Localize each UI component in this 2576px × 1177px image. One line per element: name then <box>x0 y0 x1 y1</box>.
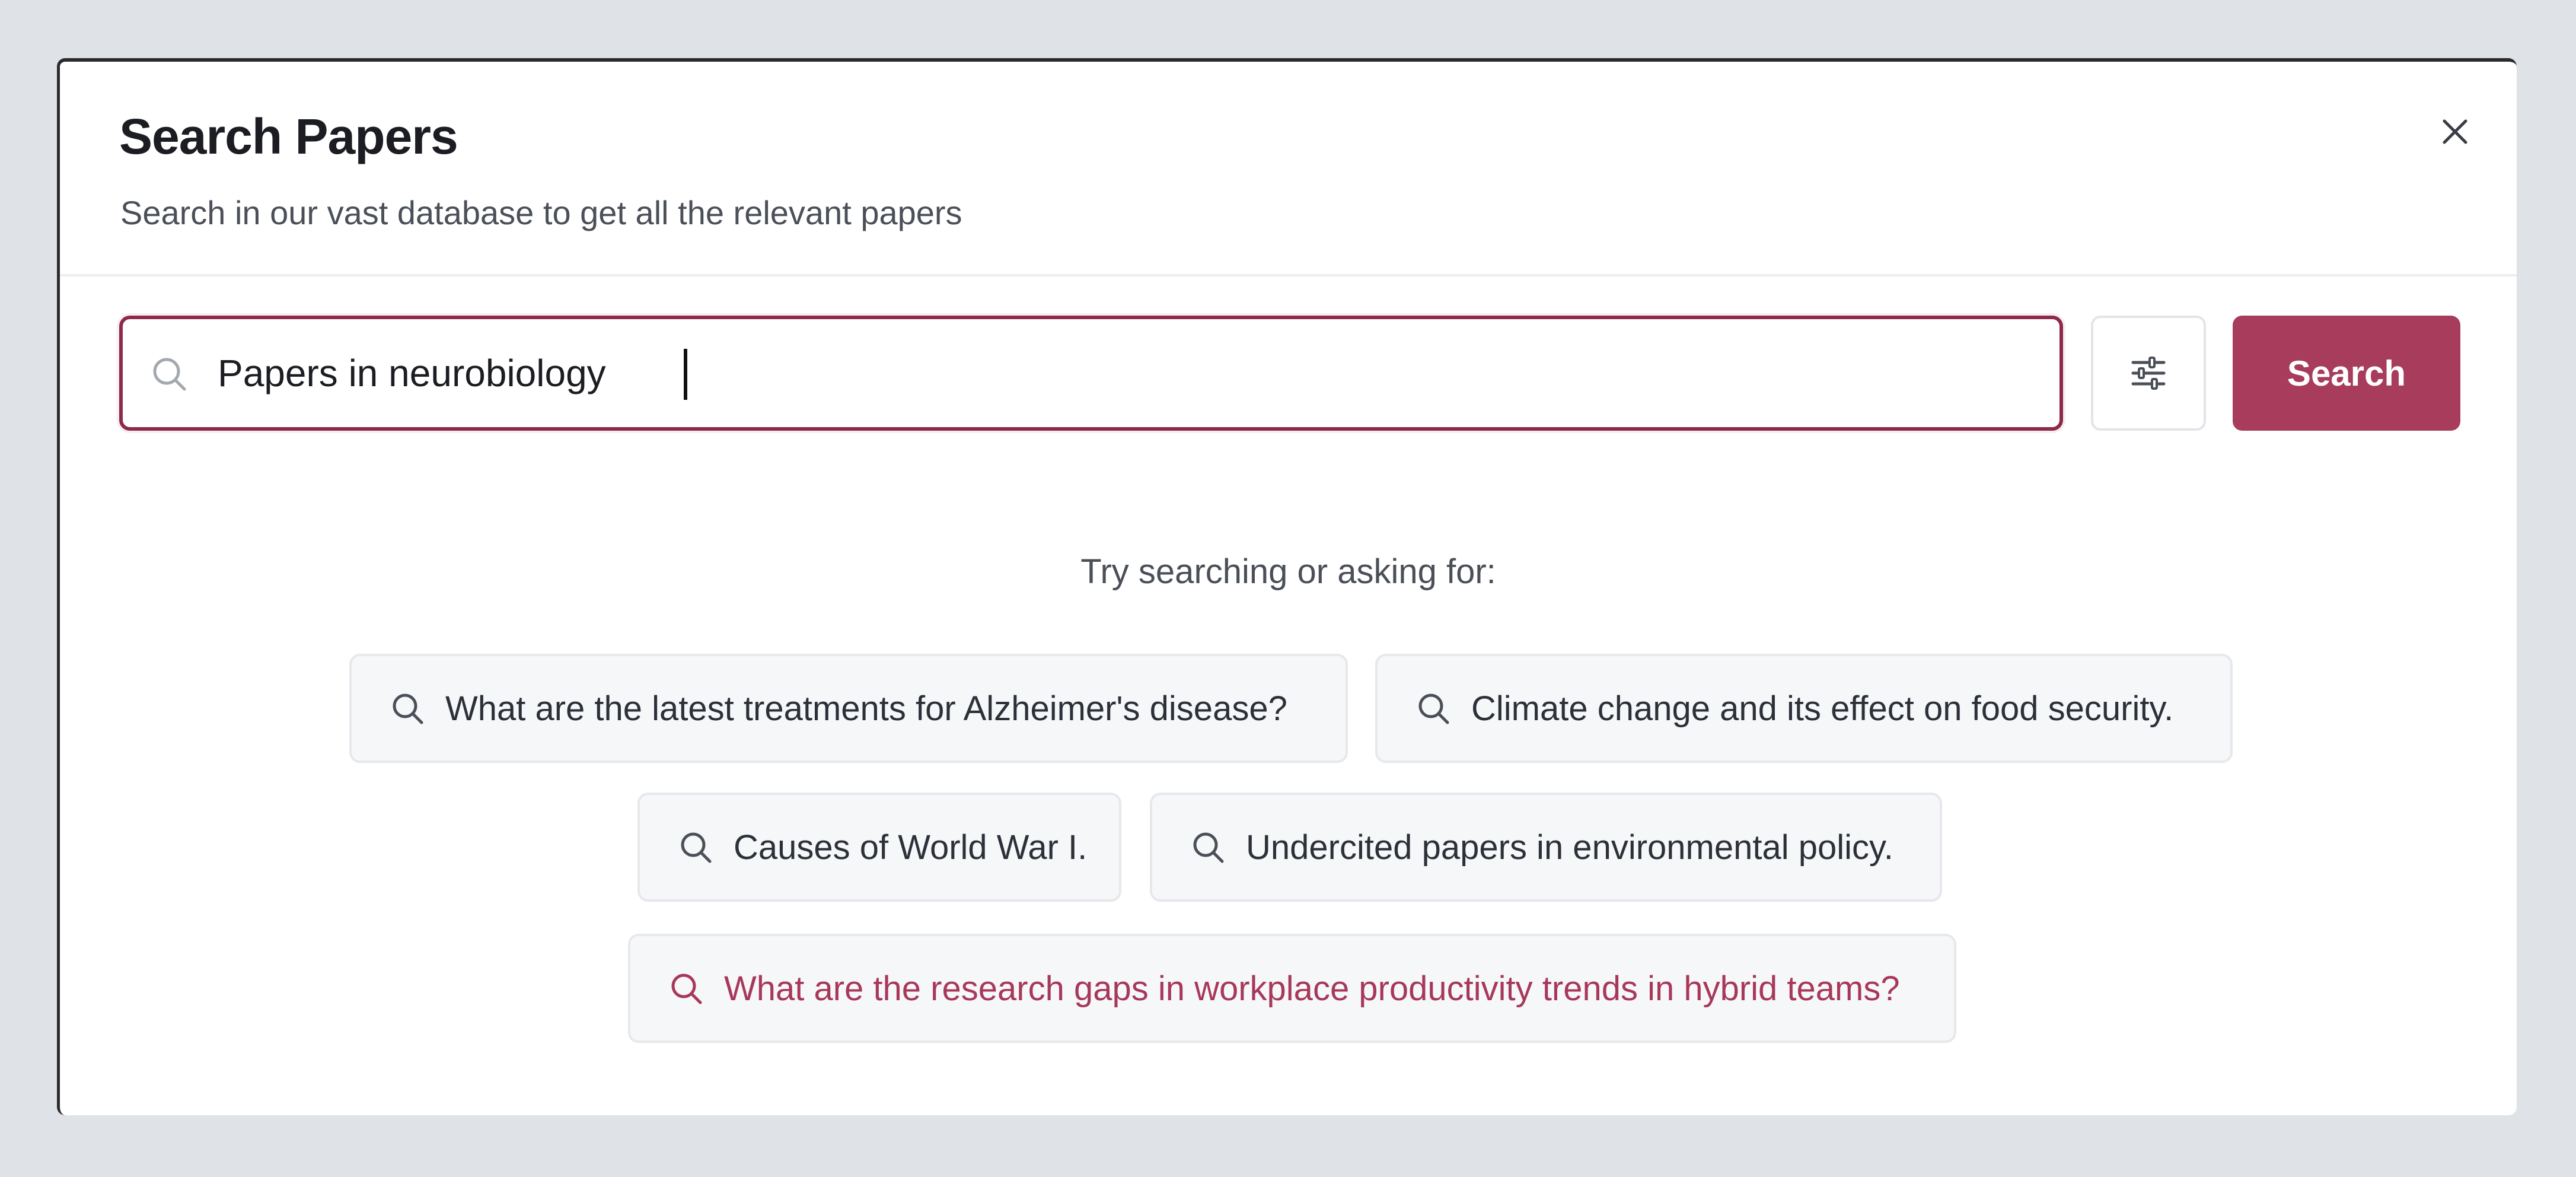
search-papers-modal: Search Papers Search in our vast databas… <box>57 58 2517 1115</box>
close-button[interactable] <box>2427 103 2483 160</box>
close-icon <box>2443 119 2467 144</box>
search-input[interactable] <box>218 319 2032 427</box>
suggestion-chip[interactable]: Causes of World War I. <box>637 793 1121 902</box>
text-cursor <box>684 349 687 400</box>
search-button[interactable]: Search <box>2233 316 2460 431</box>
search-icon <box>393 694 423 724</box>
suggestion-chip[interactable]: Undercited papers in environmental polic… <box>1150 793 1942 902</box>
suggestion-chip[interactable]: Climate change and its effect on food se… <box>1375 654 2233 763</box>
modal-header: Search Papers Search in our vast databas… <box>60 62 2517 276</box>
search-icon <box>153 358 186 391</box>
suggestion-label: Causes of World War I. <box>734 828 1088 867</box>
suggestion-label: What are the research gaps in workplace … <box>724 969 1900 1008</box>
suggestion-chip[interactable]: What are the latest treatments for Alzhe… <box>349 654 1348 763</box>
filter-button[interactable] <box>2091 316 2206 431</box>
search-icon <box>1418 694 1449 724</box>
suggestion-chip-highlighted[interactable]: What are the research gaps in workplace … <box>628 934 1956 1043</box>
modal-title: Search Papers <box>119 109 458 164</box>
modal-subtitle: Search in our vast database to get all t… <box>120 194 962 231</box>
search-box[interactable] <box>119 316 2063 431</box>
search-icon <box>1193 832 1224 863</box>
search-icon <box>681 832 712 863</box>
sliders-icon <box>2131 357 2166 390</box>
suggestions-heading: Try searching or asking for: <box>1080 552 1496 591</box>
search-icon <box>671 974 702 1004</box>
suggestion-label: What are the latest treatments for Alzhe… <box>445 689 1287 728</box>
suggestion-label: Climate change and its effect on food se… <box>1471 689 2174 728</box>
suggestion-label: Undercited papers in environmental polic… <box>1246 828 1893 867</box>
